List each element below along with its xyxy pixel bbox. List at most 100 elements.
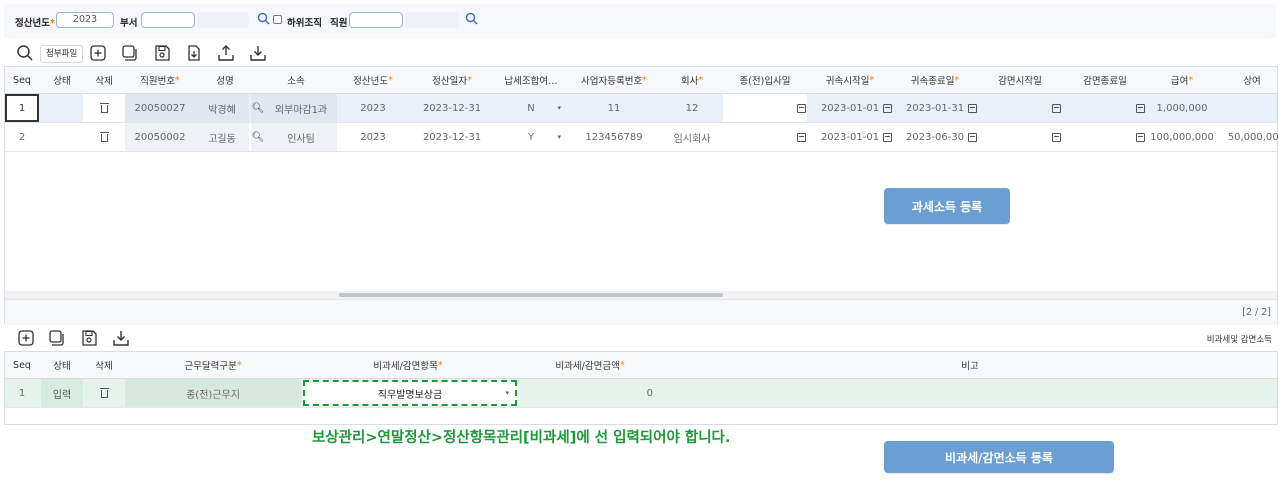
row-red-end[interactable] (1063, 123, 1147, 151)
col-union: 납세조합여… (504, 76, 558, 87)
row-status: 입력 (41, 379, 83, 407)
row-start[interactable]: 2023-01-01 (807, 123, 893, 151)
copy-row-icon[interactable] (48, 329, 66, 347)
row-bonus[interactable]: 0 (1217, 94, 1279, 122)
calendar-icon (1136, 132, 1145, 142)
row-salary[interactable]: 1,000,000 (1147, 94, 1217, 122)
add-row-icon[interactable] (89, 44, 107, 62)
sub-org-checkbox[interactable] (273, 15, 282, 24)
row-name: 고길동 (195, 123, 249, 151)
search-icon[interactable] (16, 44, 34, 62)
col-status: 상태 (53, 361, 71, 372)
row-date[interactable]: 2023-12-31 (409, 94, 495, 122)
col-bonus: 상여 (1243, 76, 1261, 87)
row-seq[interactable]: 2 (5, 123, 39, 151)
year-label: 정산년도* (15, 18, 55, 29)
row-item-select[interactable]: 직무발명보상금 ▾ (303, 380, 517, 406)
table-row[interactable]: 2 20050002 고길동 🔍︎ 인사팀 2023 2023-12-31 Y ▾… (5, 123, 1279, 152)
employee-lookup-icon[interactable]: 🔍︎ (251, 94, 265, 122)
row-prev-join[interactable] (723, 123, 807, 151)
row-biz-no[interactable]: 123456789 (567, 123, 661, 151)
col-biz-no: 사업자등록번호 * (581, 74, 647, 88)
employee-input[interactable] (349, 12, 403, 28)
table-row[interactable]: 1 20050027 박경혜 🔍︎ 외부마감1과 2023 2023-12-31… (5, 94, 1279, 123)
row-year[interactable]: 2023 (337, 123, 409, 151)
row-start[interactable]: 2023-01-01 (807, 94, 893, 122)
page-indicator: [2 / 2] (1242, 307, 1271, 318)
row-amount[interactable]: 0 (517, 379, 653, 407)
employee-label: 직원 (330, 18, 348, 29)
horizontal-scrollbar[interactable] (5, 291, 1277, 299)
row-prev-join[interactable] (723, 94, 807, 122)
row-status (41, 123, 83, 151)
dept-name-field (197, 12, 249, 28)
row-name: 박경혜 (195, 94, 249, 122)
row-union-select[interactable]: N ▾ (495, 94, 567, 122)
tax-income-grid: Seq 상태 삭제 직원번호 * 성명 소속 정산년도 * 정산일자 * 납세조합여…… (4, 66, 1279, 325)
row-status (41, 94, 83, 122)
pager-bar: [2 / 2] (5, 299, 1277, 325)
employee-lookup-icon[interactable]: 🔍︎ (251, 123, 265, 151)
calendar-icon (1052, 103, 1061, 113)
copy-row-icon[interactable] (121, 44, 139, 62)
row-emp-no[interactable]: 20050002 (125, 123, 195, 151)
delete-icon[interactable] (83, 379, 125, 407)
instruction-note: 보상관리>연말정산>정산항목관리[비과세]에 선 입력되어야 합니다. (312, 430, 731, 446)
row-end[interactable]: 2023-01-31 (893, 94, 977, 122)
row-dept: 외부마감1과 (265, 94, 337, 122)
delete-icon[interactable] (83, 123, 125, 151)
calendar-icon (1136, 103, 1145, 113)
row-memo[interactable] (665, 379, 1275, 407)
col-end: 귀속종료일 * (910, 74, 960, 88)
row-emp-no[interactable]: 20050027 (125, 94, 195, 122)
col-dept: 소속 (287, 76, 305, 87)
employee-search-icon[interactable] (465, 12, 478, 28)
row-biz-no[interactable]: 11 (567, 94, 661, 122)
add-row-icon[interactable] (17, 329, 35, 347)
grid-header: Seq 상태 삭제 직원번호 * 성명 소속 정산년도 * 정산일자 * 납세조합여…… (5, 67, 1277, 94)
row-salary[interactable]: 100,000,000 (1147, 123, 1217, 151)
col-memo: 비고 (961, 361, 979, 372)
register-nontax-income-button[interactable]: 비과세/감면소득 등록 (884, 441, 1114, 473)
year-input[interactable]: 2023 (56, 12, 114, 28)
row-seq[interactable]: 1 (5, 94, 39, 122)
save-icon[interactable] (153, 44, 171, 62)
row-union-select[interactable]: Y ▾ (495, 123, 567, 151)
row-year[interactable]: 2023 (337, 94, 409, 122)
dept-label: 부서 (120, 18, 138, 29)
calendar-icon (1052, 132, 1061, 142)
row-company[interactable]: 임시회사 (661, 123, 723, 151)
save-icon[interactable] (80, 329, 98, 347)
col-item: 비과세/감면항목 * (373, 359, 443, 373)
col-delete: 삭제 (95, 361, 113, 372)
col-company: 회사 * (680, 74, 704, 88)
table-row[interactable]: 1 입력 종(전)근무지 직무발명보상금 ▾ 0 (5, 379, 1277, 408)
row-red-end[interactable] (1063, 94, 1147, 122)
col-delete: 삭제 (95, 76, 113, 87)
download-template-icon[interactable] (185, 44, 203, 62)
row-dept: 인사팀 (265, 123, 337, 151)
col-status: 상태 (53, 76, 71, 87)
upload-icon[interactable] (217, 44, 235, 62)
delete-icon[interactable] (83, 94, 125, 122)
attach-file-button[interactable]: 첨부파일 (40, 45, 84, 63)
dept-input[interactable] (141, 12, 195, 28)
calendar-icon (883, 132, 892, 142)
download-icon[interactable] (249, 44, 267, 62)
col-amount: 비과세/감면금액 * (555, 359, 625, 373)
row-company[interactable]: 12 (661, 94, 723, 122)
register-tax-income-button[interactable]: 과세소득 등록 (884, 188, 1010, 224)
row-red-start[interactable] (977, 94, 1063, 122)
scrollbar-thumb[interactable] (339, 293, 723, 297)
row-work-type[interactable]: 종(전)근무지 (125, 379, 301, 407)
row-end[interactable]: 2023-06-30 (893, 123, 977, 151)
sub-org-label: 하위조직 (287, 18, 322, 29)
row-bonus[interactable]: 50,000,000 (1217, 123, 1279, 151)
row-red-start[interactable] (977, 123, 1063, 151)
panel-title: 비과세및 감면소득 (1206, 335, 1272, 345)
dept-search-icon[interactable] (257, 12, 270, 28)
row-seq[interactable]: 1 (5, 379, 39, 407)
download-icon[interactable] (112, 329, 130, 347)
col-emp-no: 직원번호 * (140, 74, 180, 88)
row-date[interactable]: 2023-12-31 (409, 123, 495, 151)
